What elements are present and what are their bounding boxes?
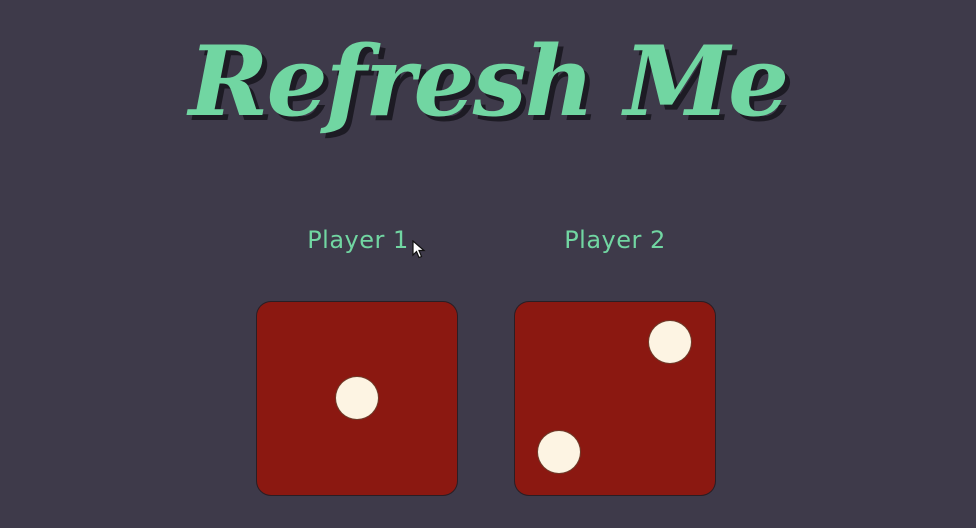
die-pip — [336, 377, 378, 419]
die-pip — [538, 431, 580, 473]
player-1-label: Player 1 — [307, 226, 409, 254]
player-2-die — [515, 302, 715, 495]
player-1-die — [257, 302, 457, 495]
die-pip — [649, 321, 691, 363]
player-2-label: Player 2 — [564, 226, 666, 254]
page-title: Refresh Me — [188, 25, 789, 138]
